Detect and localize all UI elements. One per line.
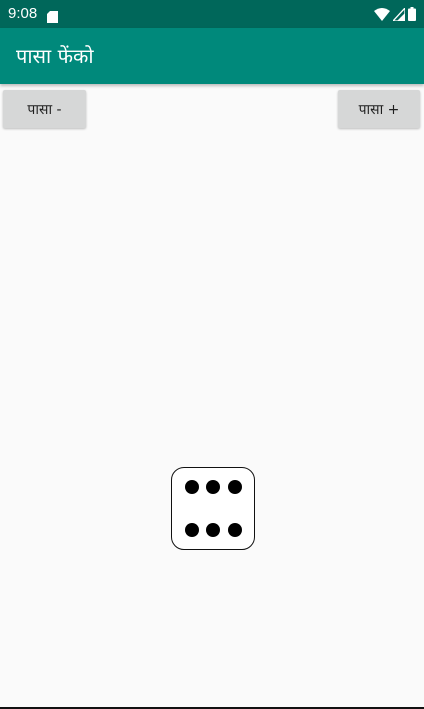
status-time: 9:08	[8, 5, 38, 22]
status-icons	[374, 6, 416, 25]
cell-signal-icon	[391, 6, 406, 25]
decrease-dice-button[interactable]: पासा -	[3, 90, 86, 128]
battery-icon	[408, 6, 416, 25]
app-title: पासा फेंको	[16, 44, 94, 68]
die-pip	[185, 523, 199, 537]
sd-card-icon	[47, 8, 58, 27]
status-bar: 9:08	[0, 0, 424, 28]
die-pip	[228, 480, 242, 494]
die-pip	[228, 523, 242, 537]
die[interactable]	[171, 467, 255, 550]
increase-dice-button[interactable]: पासा +	[338, 90, 420, 128]
app-bar: पासा फेंको	[0, 28, 424, 84]
die-pip	[185, 480, 199, 494]
wifi-icon	[374, 6, 390, 25]
die-pip	[206, 480, 220, 494]
die-pip	[206, 523, 220, 537]
